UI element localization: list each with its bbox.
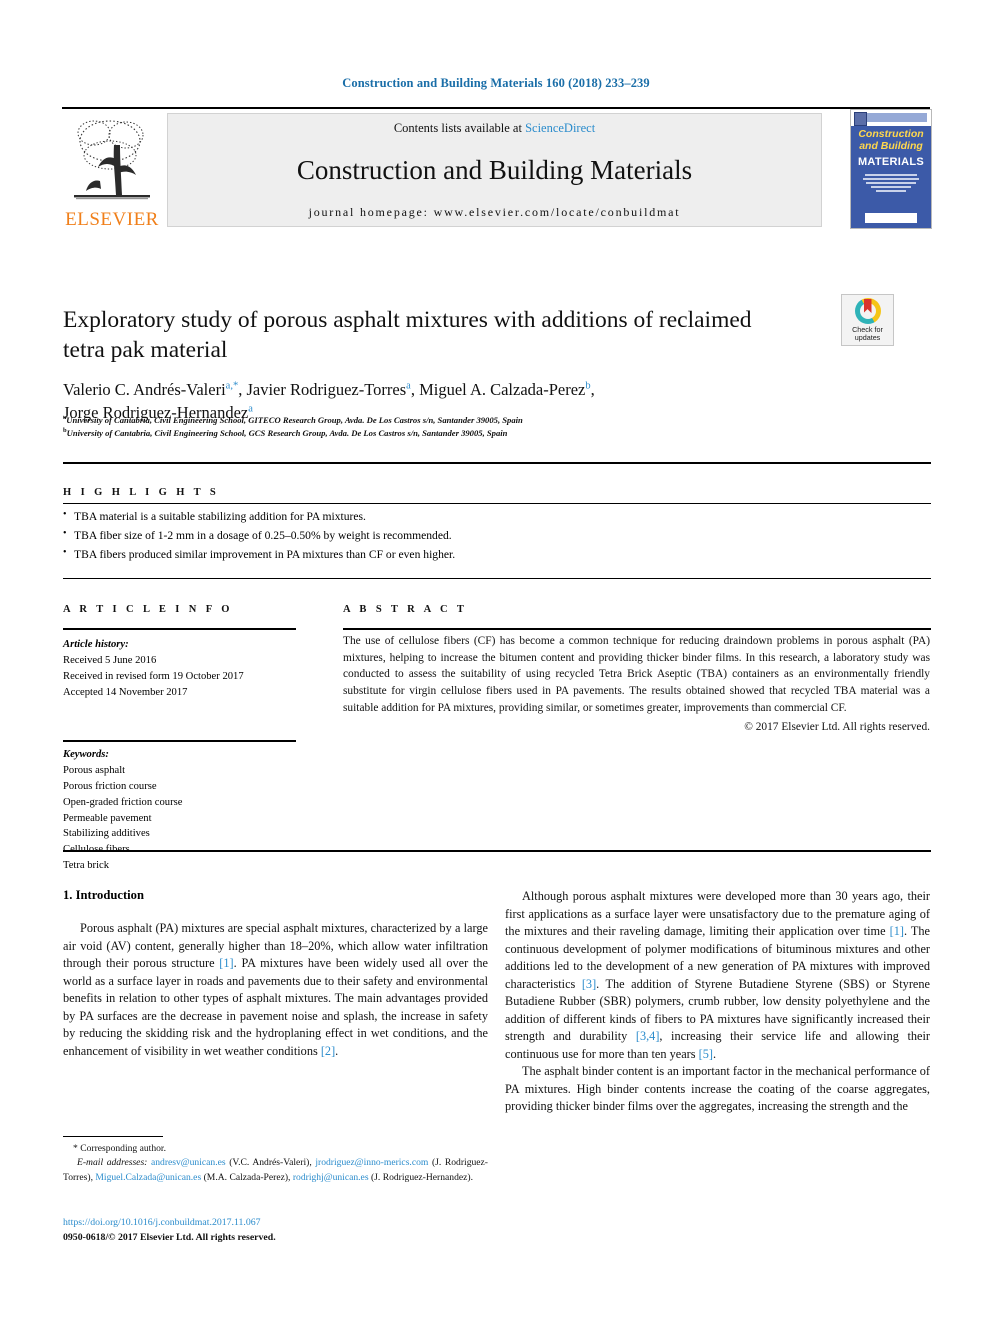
citation-ref[interactable]: [5]: [699, 1047, 713, 1061]
keyword-item: Open-graded friction course: [63, 796, 183, 808]
citation-ref[interactable]: [2]: [321, 1044, 335, 1058]
article-history: Article history: Received 5 June 2016 Re…: [63, 637, 296, 701]
affiliation-row: bUniversity of Cantabria, Civil Engineer…: [63, 426, 803, 439]
crossmark-line2: updates: [854, 333, 881, 343]
author-name: Javier Rodriguez-Torres: [246, 380, 407, 399]
keywords-rule: [63, 740, 296, 742]
footnotes: * Corresponding author. E-mail addresses…: [63, 1142, 488, 1185]
abstract-body: The use of cellulose fibers (CF) has bec…: [343, 633, 930, 736]
issn-copyright-line: 0950-0618/© 2017 Elsevier Ltd. All right…: [63, 1231, 276, 1243]
citation-ref[interactable]: [1]: [219, 956, 233, 970]
email-link[interactable]: rodrighj@unican.es: [293, 1172, 369, 1183]
masthead-top-rule: [62, 107, 930, 110]
cover-elsevier-mark: [854, 112, 867, 126]
paragraph-part: Although porous asphalt mixtures were de…: [505, 889, 930, 939]
journal-masthead: ELSEVIER Contents lists available at Sci…: [62, 107, 932, 229]
article-history-label: Article history:: [63, 639, 129, 650]
cover-title-line1: Construction and Building: [851, 128, 931, 152]
email-link[interactable]: Miguel.Calzada@unican.es: [95, 1172, 201, 1183]
journal-cover-thumbnail: Construction and Building MATERIALS: [850, 109, 932, 229]
highlights-under-rule: [63, 503, 931, 504]
masthead-panel: Contents lists available at ScienceDirec…: [167, 113, 822, 227]
author-name: Valerio C. Andrés-Valeri: [63, 380, 226, 399]
email-label: E-mail addresses:: [77, 1157, 148, 1169]
sciencedirect-link[interactable]: ScienceDirect: [525, 121, 595, 135]
email-owner: (M.A. Calzada-Perez),: [203, 1171, 291, 1183]
keyword-item: Tetra brick: [63, 860, 110, 872]
section-heading-introduction: 1. Introduction: [63, 888, 144, 902]
contents-prefix: Contents lists available at: [393, 121, 526, 135]
author-marks: a: [406, 380, 411, 392]
info-top-rule: [63, 578, 931, 580]
elsevier-logo: ELSEVIER: [64, 113, 158, 229]
keyword-item: Porous friction course: [63, 780, 157, 792]
abstract-text: The use of cellulose fibers (CF) has bec…: [343, 635, 930, 714]
paper-page: Construction and Building Materials 160 …: [0, 0, 992, 1323]
cover-footer-mark: [865, 213, 917, 223]
body-column-left: 1. Introduction Porous asphalt (PA) mixt…: [63, 888, 488, 1060]
highlights-list: TBA material is a suitable stabilizing a…: [63, 507, 703, 565]
journal-homepage-link[interactable]: journal homepage: www.elsevier.com/locat…: [309, 205, 681, 220]
citation-ref[interactable]: [3]: [582, 977, 596, 991]
highlights-heading: H I G H L I G H T S: [63, 487, 220, 498]
keyword-item: Stabilizing additives: [63, 828, 150, 840]
list-item: TBA fibers produced similar improvement …: [63, 545, 703, 565]
paragraph: The asphalt binder content is an importa…: [505, 1064, 930, 1114]
crossmark-label: Check for updates: [852, 325, 883, 343]
keywords-label: Keywords:: [63, 749, 109, 760]
journal-title: Construction and Building Materials: [296, 155, 693, 185]
paragraph-part: .: [335, 1043, 339, 1058]
article-info-under-rule: [63, 628, 296, 630]
email-owner: (V.C. Andrés-Valeri),: [229, 1157, 312, 1169]
paragraph: Porous asphalt (PA) mixtures are special…: [63, 920, 488, 1060]
article-info-heading: A R T I C L E I N F O: [63, 604, 233, 615]
email-owner: (J. Rodriguez-Hernandez).: [370, 1171, 473, 1183]
body-top-rule: [63, 850, 931, 853]
cover-line2: and Building: [859, 140, 923, 153]
author-marks: b: [585, 380, 591, 392]
abstract-under-rule: [343, 628, 931, 630]
citation-ref[interactable]: [3,4]: [636, 1029, 660, 1043]
contents-available-line: Contents lists available at ScienceDirec…: [394, 121, 595, 136]
paragraph-part: .: [712, 1046, 717, 1061]
history-item: Received in revised form 19 October 2017: [63, 670, 244, 682]
page-title: Exploratory study of porous asphalt mixt…: [63, 306, 752, 363]
abstract-copyright: © 2017 Elsevier Ltd. All rights reserved…: [744, 721, 930, 734]
highlights-top-rule: [63, 462, 931, 465]
email-link[interactable]: andresv@unican.es: [151, 1157, 226, 1168]
author-name: Miguel A. Calzada-Perez: [419, 380, 586, 399]
email-addresses-note: E-mail addresses: andresv@unican.es (V.C…: [63, 1156, 488, 1185]
paragraph: Although porous asphalt mixtures were de…: [505, 888, 930, 1063]
keyword-item: Permeable pavement: [63, 812, 152, 824]
keywords-block: Keywords: Porous asphalt Porous friction…: [63, 747, 296, 874]
keyword-item: Porous asphalt: [63, 764, 126, 776]
doi-link[interactable]: https://doi.org/10.1016/j.conbuildmat.20…: [63, 1216, 488, 1231]
cover-line1: Construction: [858, 128, 924, 140]
author-marks: a,*: [225, 380, 239, 392]
corresponding-author-note: * Corresponding author.: [73, 1143, 166, 1154]
cover-band-accent: [867, 113, 927, 122]
cover-text-block: [861, 172, 921, 196]
affiliation-text: University of Cantabria, Civil Engineeri…: [66, 428, 508, 439]
history-item: Received 5 June 2016: [63, 654, 157, 666]
doi-block: https://doi.org/10.1016/j.conbuildmat.20…: [63, 1216, 488, 1245]
cover-line3: MATERIALS: [857, 156, 925, 168]
elsevier-tree-icon: [74, 120, 150, 200]
affiliations: aUniversity of Cantabria, Civil Engineer…: [63, 413, 803, 440]
footnote-rule: [63, 1136, 163, 1137]
running-head: Construction and Building Materials 160 …: [342, 76, 650, 90]
elsevier-wordmark: ELSEVIER: [65, 209, 159, 230]
affiliation-row: aUniversity of Cantabria, Civil Engineer…: [63, 413, 803, 426]
list-item: TBA fiber size of 1-2 mm in a dosage of …: [63, 526, 703, 546]
citation-ref[interactable]: [1]: [890, 924, 904, 938]
paragraph-part: . PA mixtures have been widely used all …: [63, 956, 488, 1058]
crossmark-badge[interactable]: Check for updates: [841, 294, 894, 346]
history-item: Accepted 14 November 2017: [63, 686, 188, 698]
abstract-heading: A B S T R A C T: [343, 604, 468, 615]
affiliation-text: University of Cantabria, Civil Engineeri…: [66, 414, 523, 425]
list-item: TBA material is a suitable stabilizing a…: [63, 507, 703, 527]
body-column-right: Although porous asphalt mixtures were de…: [505, 888, 930, 1116]
email-link[interactable]: jrodriguez@inno-merics.com: [315, 1157, 428, 1168]
